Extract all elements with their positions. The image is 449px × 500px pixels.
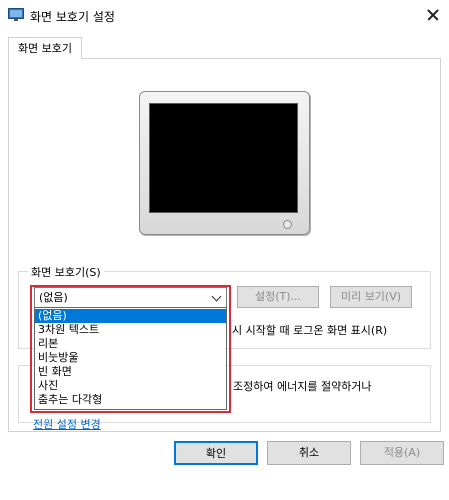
title-bar: 화면 보호기 설정 (0, 0, 449, 30)
dropdown-option-3d-text[interactable]: 3차원 텍스트 (35, 323, 226, 337)
screensaver-group-label: 화면 보호기(S) (28, 264, 104, 280)
apply-button[interactable]: 적용(A) (360, 441, 444, 465)
dropdown-option-mystify[interactable]: 춤추는 다각형 (35, 393, 226, 407)
window-title: 화면 보호기 설정 (30, 10, 115, 24)
ok-button[interactable]: 확인 (174, 441, 258, 465)
preview-button[interactable]: 미리 보기(V) (330, 286, 412, 308)
change-power-settings-link[interactable]: 전원 설정 변경 (33, 416, 101, 432)
display-settings-icon (8, 8, 24, 21)
monitor-power-indicator (283, 220, 292, 229)
dropdown-option-ribbons[interactable]: 리본 (35, 337, 226, 351)
monitor-screen (149, 103, 298, 213)
tab-screensaver[interactable]: 화면 보호기 (8, 37, 82, 59)
settings-button[interactable]: 설정(T)... (237, 286, 319, 308)
dropdown-option-none[interactable]: (없음) (35, 309, 226, 323)
dropdown-option-photos[interactable]: 사진 (35, 379, 226, 393)
screensaver-select[interactable]: (없음) (34, 287, 227, 308)
resume-logon-checkbox-label[interactable]: 시 시작할 때 로그온 화면 표시(R) (232, 322, 387, 338)
close-icon[interactable] (420, 2, 446, 28)
cancel-button[interactable]: 취소 (267, 441, 351, 465)
dropdown-option-bubbles[interactable]: 비눗방울 (35, 351, 226, 365)
dropdown-option-blank[interactable]: 빈 화면 (35, 365, 226, 379)
power-description: 조정하여 에너지를 절약하거나 (233, 380, 372, 393)
screensaver-dropdown-list: (없음) 3차원 텍스트 리본 비눗방울 빈 화면 사진 춤추는 다각형 (34, 307, 227, 410)
